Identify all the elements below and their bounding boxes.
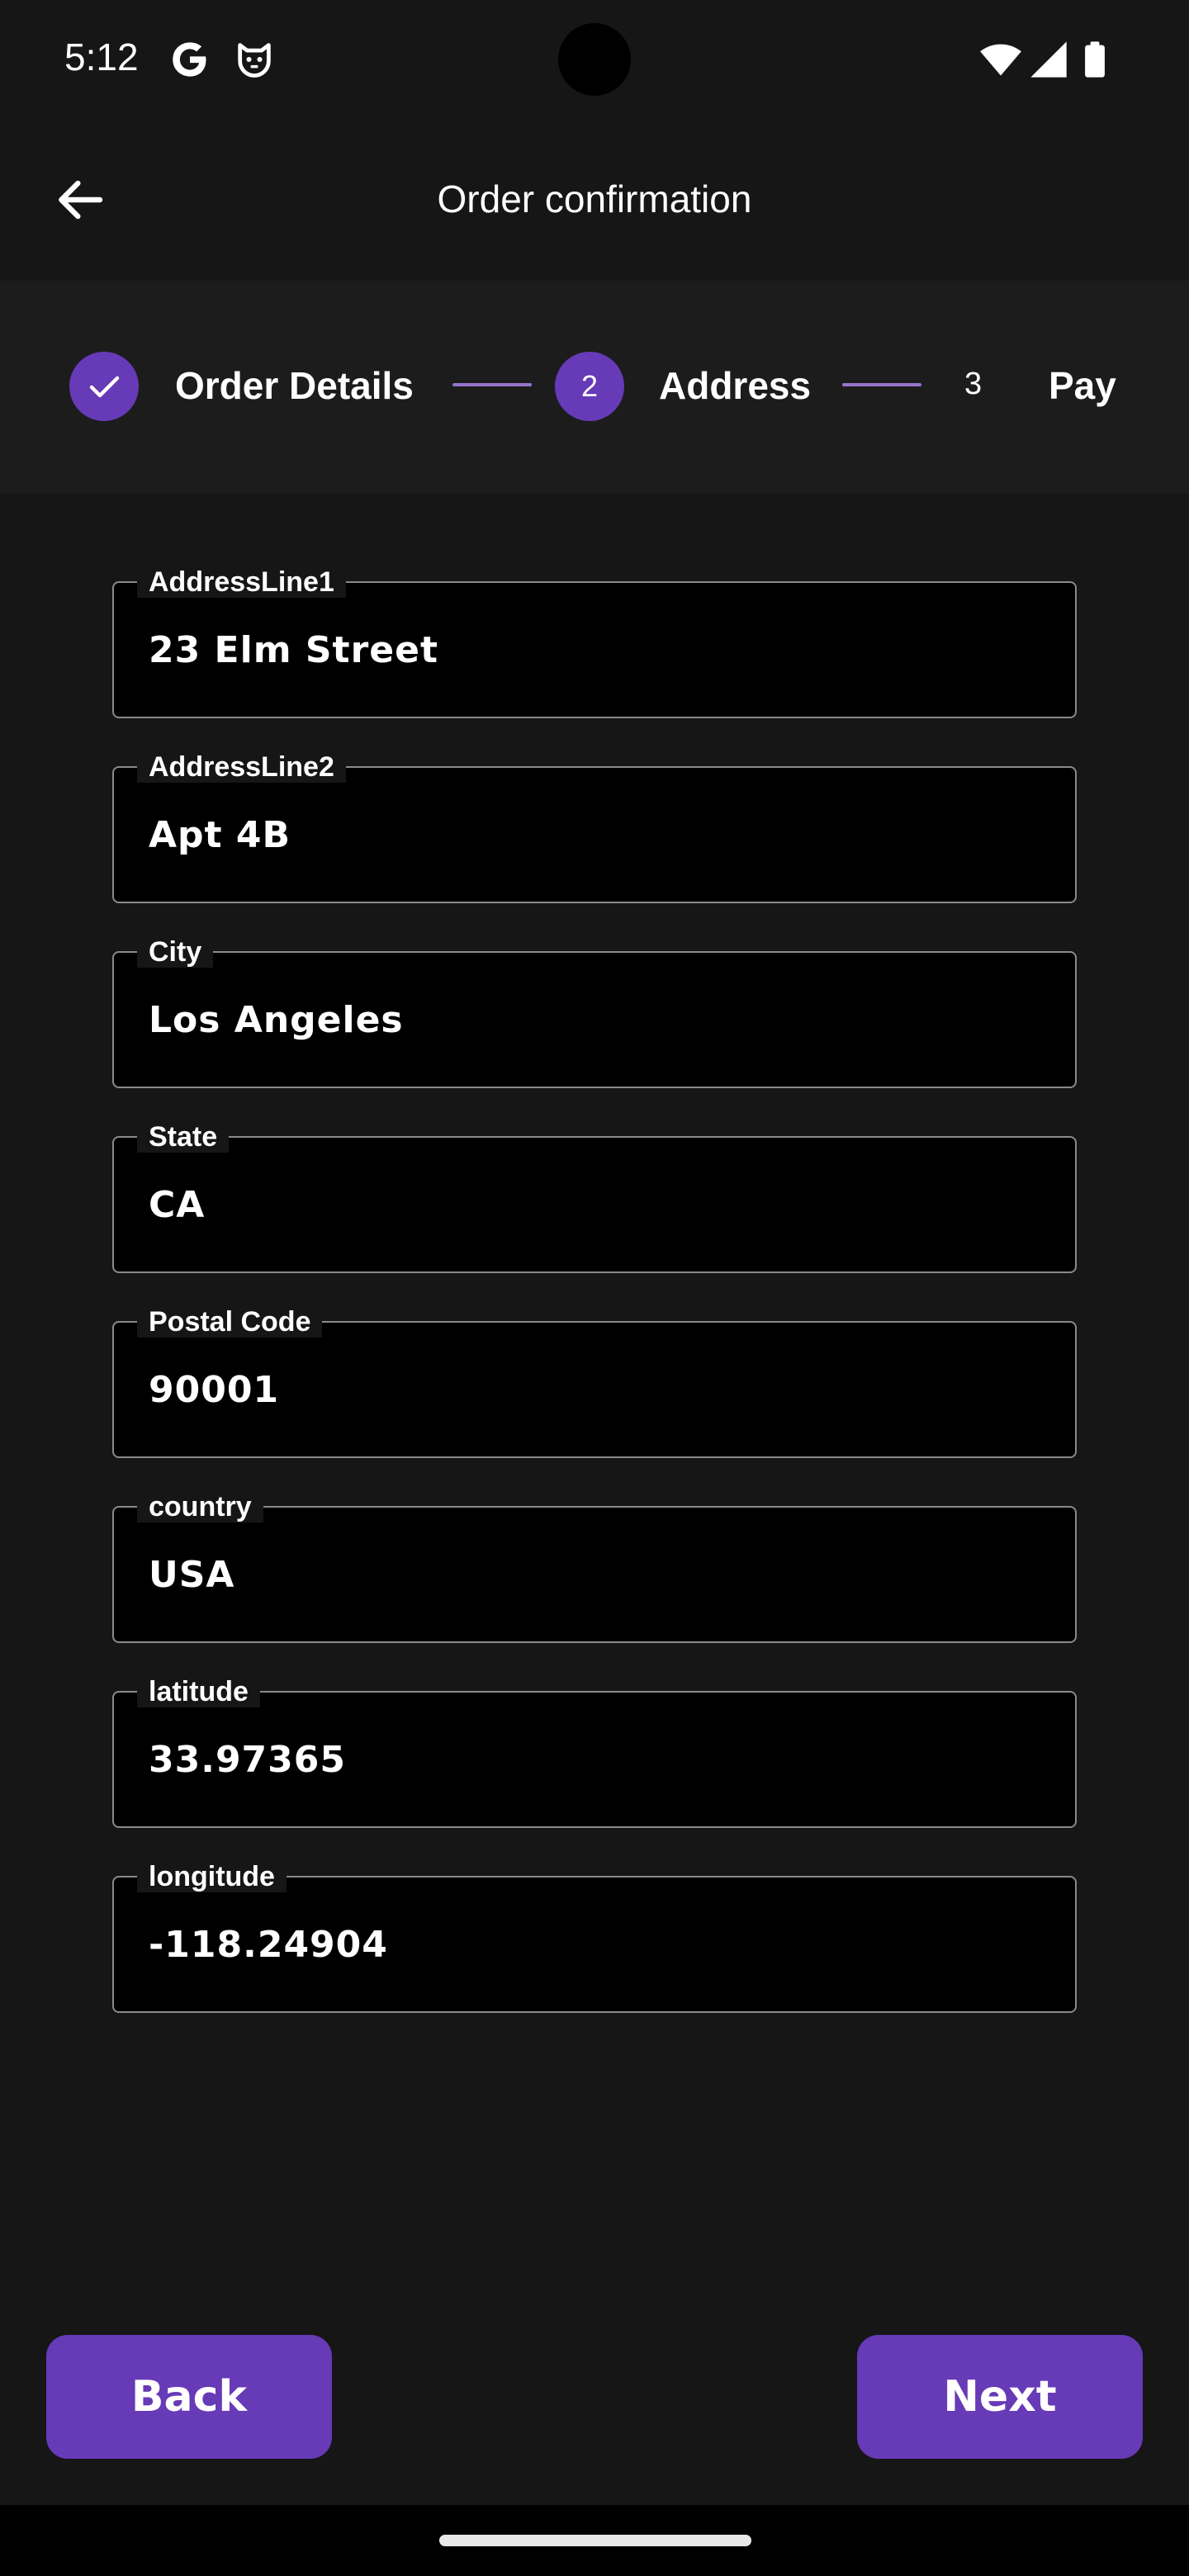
step-1-label[interactable]: Order Details [175,363,414,408]
address-line2-field[interactable]: AddressLine2 [112,751,1077,903]
back-button[interactable]: Back [46,2335,332,2459]
step-connector-1 [452,383,532,386]
cat-face-icon [238,43,271,78]
battery-icon [1085,41,1105,78]
google-icon [173,42,206,77]
signal-icon [1030,41,1067,78]
step-2-label[interactable]: Address [659,363,811,408]
country-field[interactable]: country [112,1491,1077,1643]
check-icon [89,376,120,398]
wifi-icon [980,44,1021,76]
home-gesture-handle[interactable] [439,2535,751,2546]
latitude-input[interactable] [149,1693,1040,1826]
address-line1-field[interactable]: AddressLine1 [112,566,1077,718]
step-2-indicator[interactable]: 2 [555,352,624,421]
camera-cutout [558,23,631,96]
state-field[interactable]: State [112,1121,1077,1273]
step-1-indicator[interactable] [69,352,139,421]
postal-code-input[interactable] [149,1323,1040,1456]
latitude-field[interactable]: latitude [112,1676,1077,1828]
next-button[interactable]: Next [857,2335,1143,2459]
longitude-field[interactable]: longitude [112,1861,1077,2013]
state-input[interactable] [149,1138,1040,1271]
step-connector-2 [842,383,921,386]
step-3-label[interactable]: Pay [1049,363,1116,408]
status-time: 5:12 [64,36,139,78]
address-line1-input[interactable] [149,583,1040,717]
city-input[interactable] [149,953,1040,1087]
page-title: Order confirmation [437,178,752,220]
longitude-input[interactable] [149,1878,1040,2011]
city-field[interactable]: City [112,936,1077,1088]
step-3-indicator[interactable]: 3 [964,367,982,402]
country-input[interactable] [149,1508,1040,1641]
address-line2-input[interactable] [149,768,1040,902]
postal-code-field[interactable]: Postal Code [112,1306,1077,1458]
